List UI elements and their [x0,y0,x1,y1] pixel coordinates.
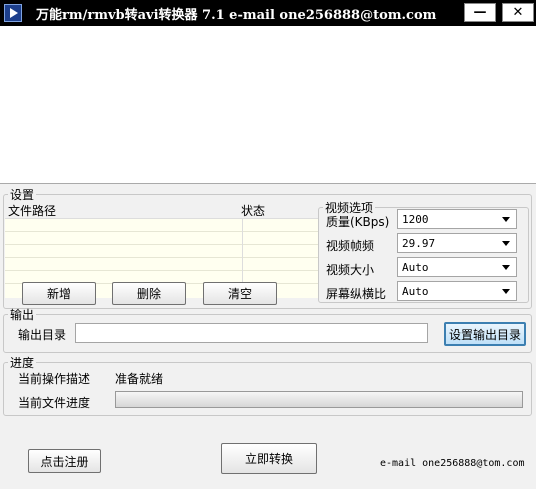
control-panel: 设置 文件路径 状态 新增 删除 清空 视频选项 质量(KBps) 1200 视… [0,184,536,489]
quality-value: 1200 [402,212,429,226]
chevron-down-icon [502,265,510,270]
video-size-select[interactable]: Auto [397,257,517,277]
list-row [5,219,319,232]
output-dir-label: 输出目录 [18,328,67,342]
column-header-status: 状态 [241,204,266,218]
title-bar: 万能rm/rmvb转avi转换器 7.1 e-mail one256888@to… [0,0,536,26]
close-button[interactable]: ✕ [502,3,534,22]
register-button[interactable]: 点击注册 [28,449,101,473]
settings-legend: 设置 [10,188,35,202]
frame-rate-value: 29.97 [402,236,436,250]
set-output-dir-button[interactable]: 设置输出目录 [444,322,526,346]
output-legend: 输出 [10,308,35,322]
file-progress-label: 当前文件进度 [18,396,91,410]
frame-rate-select[interactable]: 29.97 [397,233,517,253]
contact-email: e-mail one256888@tom.com [380,458,525,469]
quality-label: 质量(KBps) [326,215,390,229]
video-size-label: 视频大小 [326,263,375,277]
file-progress-bar [115,391,523,408]
main-blank-area [0,26,536,184]
current-operation-label: 当前操作描述 [18,372,91,386]
minimize-button[interactable]: — [464,3,496,22]
chevron-down-icon [502,217,510,222]
output-dir-input[interactable] [75,323,428,343]
video-size-value: Auto [402,260,429,274]
frame-rate-label: 视频帧频 [326,239,375,253]
chevron-down-icon [502,289,510,294]
column-header-file-path: 文件路径 [8,204,57,218]
current-operation-status: 准备就绪 [115,372,164,386]
app-icon [4,4,22,22]
add-button[interactable]: 新增 [22,282,96,305]
clear-button[interactable]: 清空 [203,282,277,305]
list-row [5,258,319,271]
convert-now-button[interactable]: 立即转换 [221,443,317,474]
aspect-ratio-value: Auto [402,284,429,298]
aspect-ratio-label: 屏幕纵横比 [326,287,387,301]
window-title: 万能rm/rmvb转avi转换器 7.1 e-mail one256888@to… [36,7,437,23]
list-row [5,232,319,245]
progress-legend: 进度 [10,356,35,370]
aspect-ratio-select[interactable]: Auto [397,281,517,301]
quality-select[interactable]: 1200 [397,209,517,229]
chevron-down-icon [502,241,510,246]
list-row [5,245,319,258]
delete-button[interactable]: 删除 [112,282,186,305]
